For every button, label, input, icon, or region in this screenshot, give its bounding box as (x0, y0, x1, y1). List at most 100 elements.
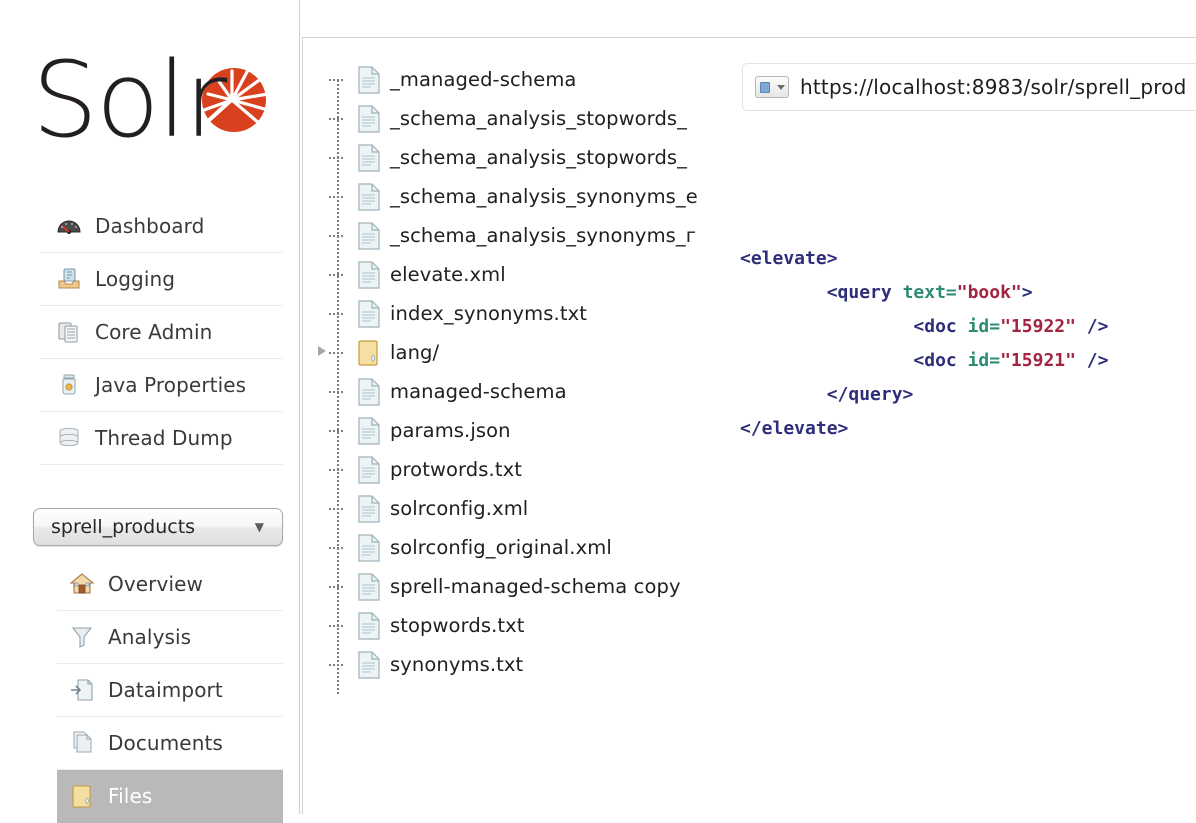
file-name-label: _schema_analysis_synonyms_е (390, 185, 698, 208)
tree-file-row[interactable]: index_synonyms.txt (331, 294, 712, 333)
solr-logo-svg: Solr (30, 32, 270, 160)
folder-icon (69, 783, 95, 809)
tree-connector-line (329, 547, 343, 549)
file-icon (357, 534, 381, 562)
dashboard-gauge-icon (56, 213, 82, 239)
tree-file-row[interactable]: _schema_analysis_synonyms_е (331, 177, 712, 216)
sidebar-item-files[interactable]: Files (57, 770, 283, 823)
file-icon (357, 378, 381, 406)
sidebar-item-label: Dashboard (95, 214, 204, 238)
tree-file-row[interactable]: elevate.xml (331, 255, 712, 294)
solr-logo[interactable]: Solr (30, 32, 270, 160)
tree-file-row[interactable]: solrconfig.xml (331, 489, 712, 528)
file-name-label: _managed-schema (390, 68, 576, 91)
url-widget-square (760, 82, 770, 93)
tree-file-row[interactable]: protwords.txt (331, 450, 712, 489)
tree-file-row[interactable]: solrconfig_original.xml (331, 528, 712, 567)
sidebar-item-label: Overview (108, 572, 203, 596)
tree-file-row[interactable]: _schema_analysis_stopwords_ (331, 99, 712, 138)
file-tree-panel: _managed-schema _schema_analysis_stopword… (302, 37, 712, 814)
primary-nav: Dashboard Logging (40, 200, 283, 465)
tree-file-row[interactable]: _managed-schema (331, 60, 712, 99)
code-token-tag: /> (1076, 316, 1109, 337)
url-widget-caret (777, 85, 785, 90)
url-dropdown-icon[interactable] (755, 76, 789, 98)
file-name-label: solrconfig_original.xml (390, 536, 612, 559)
file-icon (357, 300, 381, 328)
code-token-tag: </query> (827, 384, 914, 405)
code-token-attr: text= (903, 282, 957, 303)
code-token-plain (740, 384, 827, 405)
code-line: </query> (740, 378, 1196, 412)
file-name-label: solrconfig.xml (390, 497, 528, 520)
tree-folder-row[interactable]: lang/ (331, 333, 712, 372)
file-name-label: params.json (390, 419, 511, 442)
sidebar-item-label: Dataimport (108, 678, 223, 702)
file-icon (357, 66, 381, 94)
tree-file-row[interactable]: stopwords.txt (331, 606, 712, 645)
tree-connector-line (329, 508, 343, 510)
file-name-label: elevate.xml (390, 263, 506, 286)
code-token-plain (740, 316, 913, 337)
tree-file-row[interactable]: managed-schema (331, 372, 712, 411)
funnel-icon (69, 624, 95, 650)
xml-code-view: <elevate> <query text="book"> <doc id="1… (740, 140, 1196, 446)
file-tree: _managed-schema _schema_analysis_stopword… (331, 60, 712, 684)
sidebar-item-label: Core Admin (95, 320, 212, 344)
code-token-tag: </elevate> (740, 418, 848, 439)
logging-inbox-icon (56, 266, 82, 292)
sidebar-item-logging[interactable]: Logging (40, 253, 283, 306)
sidebar-item-dataimport[interactable]: Dataimport (57, 664, 283, 717)
code-token-plain (740, 282, 827, 303)
file-icon (357, 183, 381, 211)
tree-connector-line (329, 664, 343, 666)
code-token-attr: id= (968, 350, 1001, 371)
tree-connector-line (329, 352, 343, 354)
tree-connector-line (329, 391, 343, 393)
folder-icon (357, 339, 381, 367)
tree-file-row[interactable]: params.json (331, 411, 712, 450)
sidebar-item-java-properties[interactable]: Java Properties (40, 359, 283, 412)
code-line: <doc id="15921" /> (740, 344, 1196, 378)
tree-connector-line (329, 235, 343, 237)
tree-connector-line (329, 430, 343, 432)
sidebar-item-analysis[interactable]: Analysis (57, 611, 283, 664)
core-selector-dropdown[interactable]: sprell_products ▼ (33, 508, 283, 546)
url-bar[interactable]: https://localhost:8983/solr/sprell_prod (742, 63, 1196, 111)
tree-connector-line (329, 79, 343, 81)
code-line: </elevate> (740, 412, 1196, 446)
file-name-label: _schema_analysis_synonyms_г (390, 224, 696, 247)
chevron-down-icon: ▼ (255, 521, 264, 533)
tree-connector-line (329, 586, 343, 588)
url-text: https://localhost:8983/solr/sprell_prod (800, 75, 1187, 99)
sidebar-item-documents[interactable]: Documents (57, 717, 283, 770)
file-name-label: lang/ (390, 341, 439, 364)
sidebar-item-dashboard[interactable]: Dashboard (40, 200, 283, 253)
file-name-label: protwords.txt (390, 458, 522, 481)
sidebar-item-core-admin[interactable]: Core Admin (40, 306, 283, 359)
tree-expand-toggle-icon[interactable] (318, 346, 326, 356)
file-icon (357, 456, 381, 484)
code-token-val: "15922" (1000, 316, 1076, 337)
core-selector-value: sprell_products (51, 516, 255, 538)
tree-file-row[interactable]: _schema_analysis_synonyms_г (331, 216, 712, 255)
sidebar-item-label: Files (108, 784, 152, 808)
sidebar-item-thread-dump[interactable]: Thread Dump (40, 412, 283, 465)
tree-file-row[interactable]: _schema_analysis_stopwords_ (331, 138, 712, 177)
file-name-label: stopwords.txt (390, 614, 525, 637)
file-icon (357, 495, 381, 523)
code-token-tag: <doc (913, 350, 967, 371)
file-name-label: index_synonyms.txt (390, 302, 587, 325)
file-name-label: sprell-managed-schema copy (390, 575, 681, 598)
file-icon (357, 222, 381, 250)
tree-connector-line (329, 157, 343, 159)
tree-connector-line (329, 625, 343, 627)
code-token-tag: <elevate> (740, 248, 838, 269)
thread-dump-stack-icon (56, 425, 82, 451)
svg-text:Solr: Solr (32, 39, 228, 160)
sidebar-item-overview[interactable]: Overview (57, 558, 283, 611)
tree-file-row[interactable]: synonyms.txt (331, 645, 712, 684)
tree-file-row[interactable]: sprell-managed-schema copy (331, 567, 712, 606)
import-doc-icon (69, 677, 95, 703)
code-token-attr: id= (968, 316, 1001, 337)
